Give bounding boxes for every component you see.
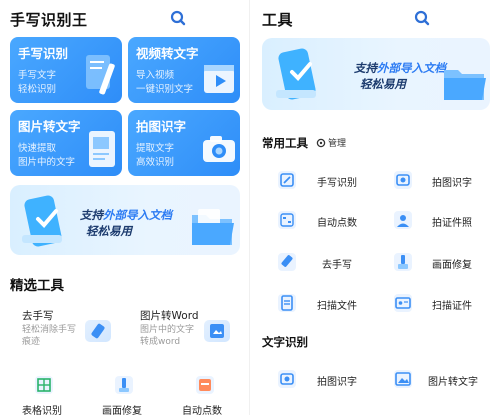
card-photo-ocr[interactable]: 拍图识字 提取文字 高效识别 — [128, 110, 240, 176]
card-sub: 提取文字 — [136, 143, 175, 154]
card-title: 拍图识字 — [136, 119, 187, 134]
section-text-title: 文字识别 — [262, 335, 308, 349]
text-tool-label[interactable]: 图片转文字 — [428, 373, 478, 388]
folder-icon — [192, 209, 234, 245]
manage-link[interactable]: 管理 — [316, 136, 346, 149]
common-tool-label[interactable]: 去手写 — [322, 256, 352, 271]
bottom-tool-label[interactable]: 自动点数 — [182, 402, 222, 415]
camera-scan-icon[interactable] — [278, 370, 296, 388]
tools-panel: 工具 支持外部导入文档 轻松易用 常用工具 管理 手写识别 拍图识字 自动点数 … — [250, 0, 500, 415]
scan-id-icon[interactable] — [394, 294, 412, 312]
featured-sub: 图片中的文字 — [140, 325, 195, 335]
pen-icon — [86, 55, 115, 95]
banner-line2: 轻松易用 — [360, 77, 406, 91]
card-sub: 手写文字 — [18, 70, 57, 81]
search-icon[interactable] — [170, 10, 186, 26]
video-icon — [204, 65, 234, 93]
app-title: 手写识别王 — [10, 11, 88, 29]
phone-check-icon — [22, 195, 62, 247]
common-tool-label[interactable]: 拍证件照 — [432, 214, 472, 229]
table-icon[interactable] — [35, 376, 53, 394]
common-tool-label[interactable]: 自动点数 — [317, 214, 357, 229]
common-tool-label[interactable]: 扫描文件 — [317, 297, 357, 312]
gear-icon — [316, 138, 326, 147]
common-tool-label[interactable]: 画面修复 — [432, 256, 472, 271]
featured-title[interactable]: 去手写 — [22, 308, 54, 323]
id-photo-icon[interactable] — [394, 211, 412, 229]
common-tool-label[interactable]: 拍图识字 — [432, 174, 472, 189]
card-sub: 快速提取 — [18, 143, 57, 154]
card-sub: 图片中的文字 — [18, 157, 76, 168]
featured-sub: 转成word — [140, 337, 181, 347]
image-word-icon[interactable] — [204, 320, 230, 342]
featured-sub: 轻松消除手写 — [22, 325, 77, 335]
card-video-to-text[interactable]: 视频转文字 导入视频 一键识别文字 — [128, 37, 240, 103]
card-image-to-text[interactable]: 图片转文字 快速提取 图片中的文字 — [10, 110, 122, 176]
eraser-icon[interactable] — [278, 253, 296, 271]
folder-icon — [444, 70, 486, 100]
bottom-tool-label[interactable]: 表格识别 — [22, 402, 62, 415]
featured-title[interactable]: 图片转Word — [140, 308, 199, 323]
scan-file-icon[interactable] — [278, 294, 296, 312]
card-sub: 轻松识别 — [18, 84, 57, 95]
image-document-icon — [89, 131, 115, 167]
card-title: 手写识别 — [18, 46, 69, 61]
banner-line2: 轻松易用 — [86, 224, 132, 238]
home-panel: 手写识别王 手写识别 手写文字 轻松识别 视频转文字 导入视频 一键识别文字 图… — [0, 0, 250, 415]
manage-label: 管理 — [328, 139, 347, 149]
banner-line1: 支持外部导入文档 — [80, 208, 172, 222]
banner-line1: 支持外部导入文档 — [354, 61, 446, 75]
camera-scan-icon[interactable] — [394, 171, 412, 189]
phone-check-icon — [276, 48, 316, 100]
count-icon[interactable] — [278, 211, 296, 229]
pen-icon[interactable] — [278, 171, 296, 189]
section-featured-title: 精选工具 — [10, 278, 64, 294]
card-handwriting[interactable]: 手写识别 手写文字 轻松识别 — [10, 37, 122, 103]
common-tool-label[interactable]: 手写识别 — [317, 174, 357, 189]
camera-icon — [203, 136, 235, 162]
card-sub: 导入视频 — [136, 70, 175, 81]
card-sub: 高效识别 — [136, 157, 175, 168]
import-banner[interactable]: 支持外部导入文档 轻松易用 — [262, 38, 490, 110]
image-text-icon[interactable] — [394, 370, 412, 388]
common-tool-label[interactable]: 扫描证件 — [432, 297, 472, 312]
text-tool-label[interactable]: 拍图识字 — [317, 373, 357, 388]
count-icon[interactable] — [196, 376, 214, 394]
bottom-tool-label[interactable]: 画面修复 — [102, 402, 142, 415]
tools-title: 工具 — [262, 11, 294, 29]
repair-icon[interactable] — [394, 253, 412, 271]
section-common-title: 常用工具 — [262, 136, 308, 150]
eraser-icon[interactable] — [85, 320, 111, 342]
import-banner[interactable]: 支持外部导入文档 轻松易用 — [10, 185, 240, 255]
card-sub: 一键识别文字 — [136, 84, 194, 95]
card-title: 视频转文字 — [136, 46, 199, 61]
featured-sub: 痕迹 — [22, 337, 41, 347]
card-title: 图片转文字 — [18, 119, 81, 134]
search-icon[interactable] — [414, 10, 430, 26]
repair-icon[interactable] — [115, 376, 133, 394]
